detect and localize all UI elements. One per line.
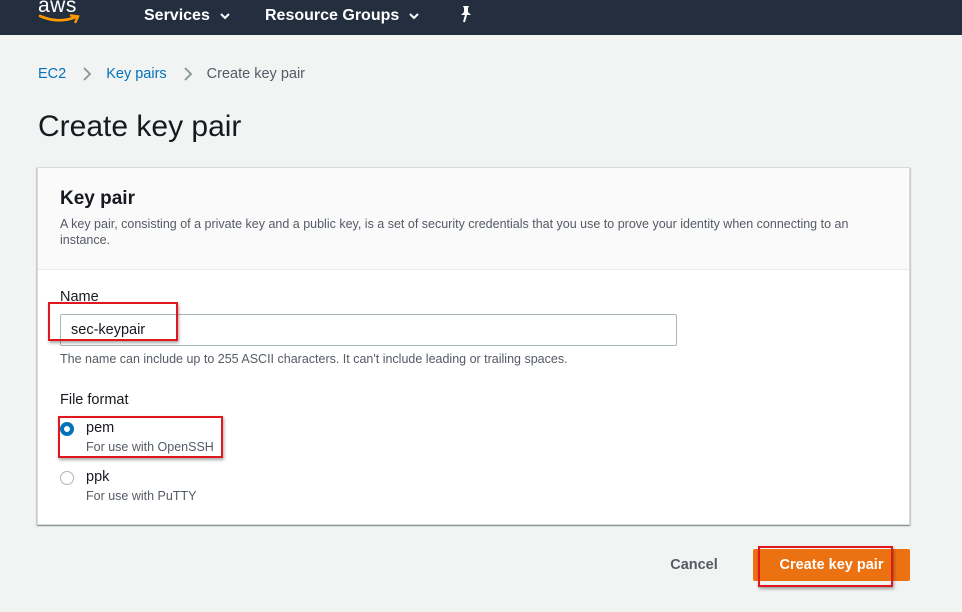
chevron-down-icon (409, 13, 419, 20)
chevron-right-icon (175, 64, 201, 84)
create-key-pair-button[interactable]: Create key pair (753, 549, 910, 581)
key-pair-panel: Key pair A key pair, consisting of a pri… (37, 167, 910, 525)
radio-unchecked-icon[interactable] (60, 471, 74, 485)
panel-description: A key pair, consisting of a private key … (60, 217, 849, 247)
panel-header: Key pair A key pair, consisting of a pri… (38, 168, 909, 270)
pin-icon[interactable] (458, 5, 474, 23)
page-title: Create key pair (38, 110, 242, 143)
radio-description: For use with OpenSSH (86, 440, 214, 454)
services-label: Services (144, 7, 210, 24)
breadcrumb-key-pairs[interactable]: Key pairs (106, 66, 166, 82)
cancel-button[interactable]: Cancel (660, 553, 728, 577)
chevron-down-icon (220, 13, 230, 20)
services-menu[interactable]: Services (144, 5, 231, 27)
top-navigation-bar: aws Services Resource Groups (0, 0, 962, 35)
breadcrumb: EC2 Key pairs Create key pair (38, 64, 305, 84)
breadcrumb-current: Create key pair (206, 66, 305, 82)
radio-label: ppk (86, 469, 110, 485)
resource-groups-label: Resource Groups (265, 7, 400, 24)
aws-logo[interactable]: aws (38, 0, 86, 28)
radio-description: For use with PuTTY (86, 489, 197, 503)
name-label: Name (60, 289, 99, 305)
name-hint: The name can include up to 255 ASCII cha… (60, 352, 568, 366)
chevron-right-icon (74, 64, 100, 84)
breadcrumb-ec2[interactable]: EC2 (38, 66, 66, 82)
file-format-label: File format (60, 392, 129, 408)
panel-title: Key pair (60, 188, 135, 209)
resource-groups-menu[interactable]: Resource Groups (265, 5, 420, 27)
radio-checked-icon[interactable] (60, 422, 74, 436)
aws-smile-icon (38, 14, 80, 24)
radio-label: pem (86, 420, 115, 436)
name-input[interactable] (60, 314, 677, 346)
